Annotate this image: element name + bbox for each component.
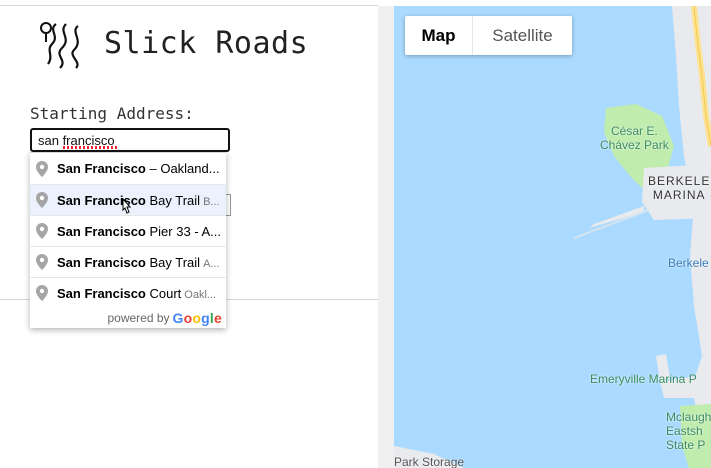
map-type-map-button[interactable]: Map (405, 16, 473, 55)
autocomplete-item[interactable]: San Francisco Pier 33 - A... (30, 215, 226, 246)
google-logo-letter: g (201, 310, 210, 326)
mclaughlin-label-line3: State P (666, 438, 706, 452)
suggestion-rest: Pier 33 - A... (145, 223, 220, 239)
suggestion-rest: Bay Trail (145, 254, 201, 270)
suggestion-match: San Francisco (57, 254, 146, 270)
map-pin-icon (36, 192, 48, 208)
map-label-mclaughlin: Mclaugh Eastsh State P (666, 410, 711, 452)
starting-address-label: Starting Address: (30, 104, 194, 123)
map-canvas (394, 6, 711, 468)
suggestion-match: San Francisco (57, 223, 146, 239)
panel-divider[interactable] (378, 6, 394, 468)
google-logo-letter: G (172, 310, 184, 326)
marina-label-line1: BERKELE (648, 174, 711, 188)
map-label-park: César E. Chávez Park (600, 124, 669, 152)
mouse-cursor-icon (122, 198, 132, 214)
winding-road-icon (40, 22, 79, 69)
suggestion-secondary: B... (203, 195, 220, 208)
autocomplete-dropdown: San Francisco – Oakland... San Francisco… (30, 152, 226, 328)
left-panel: Slick Roads Starting Address: San Franci… (0, 0, 378, 468)
starting-address-input[interactable] (30, 128, 230, 152)
suggestion-secondary: Oakl... (184, 288, 217, 301)
app-title: Slick Roads (104, 26, 309, 61)
suggestion-rest: Bay Trail (145, 192, 201, 208)
map-type-satellite-button[interactable]: Satellite (473, 16, 572, 55)
top-divider (0, 5, 378, 6)
mclaughlin-label-line1: Mclaugh (666, 410, 711, 424)
autocomplete-item[interactable]: San Francisco Court Oakl... (30, 277, 226, 308)
powered-by-text: powered by (107, 311, 170, 325)
park-label-line2: Chávez Park (600, 138, 669, 152)
autocomplete-item[interactable]: San Francisco – Oakland... (30, 153, 226, 184)
suggestion-secondary: A... (203, 257, 220, 270)
map-label-park-storage: Park Storage (394, 455, 465, 468)
map-pin-icon (36, 223, 48, 239)
autocomplete-attribution: powered by Google (30, 308, 226, 328)
suggestion-rest: – Oakland... (145, 161, 220, 176)
spellcheck-underline (63, 146, 117, 149)
map-type-control: Map Satellite (405, 16, 572, 55)
google-logo-letter: e (214, 310, 222, 326)
suggestion-rest: Court (145, 285, 182, 301)
map-pin-icon (36, 254, 48, 270)
map-label-berkeley: Berkele (668, 256, 709, 270)
map-pin-icon (36, 160, 48, 177)
google-logo: Google (173, 310, 222, 326)
marina-label-line2: MARINA (652, 188, 706, 202)
map-label-marina: BERKELE MARINA (648, 174, 710, 202)
park-label-line1: César E. (611, 124, 658, 138)
autocomplete-item[interactable]: San Francisco Bay Trail A... (30, 246, 226, 277)
map-pin-icon (36, 285, 48, 301)
mclaughlin-label-line2: Eastsh (666, 424, 703, 438)
suggestion-match: San Francisco (57, 285, 146, 301)
map-view[interactable]: Map Satellite César E. Chávez Park BERKE… (394, 6, 711, 468)
suggestion-match: San Francisco (57, 161, 146, 176)
map-label-emeryville: Emeryville Marina P (590, 372, 697, 386)
google-logo-letter: o (192, 310, 202, 326)
